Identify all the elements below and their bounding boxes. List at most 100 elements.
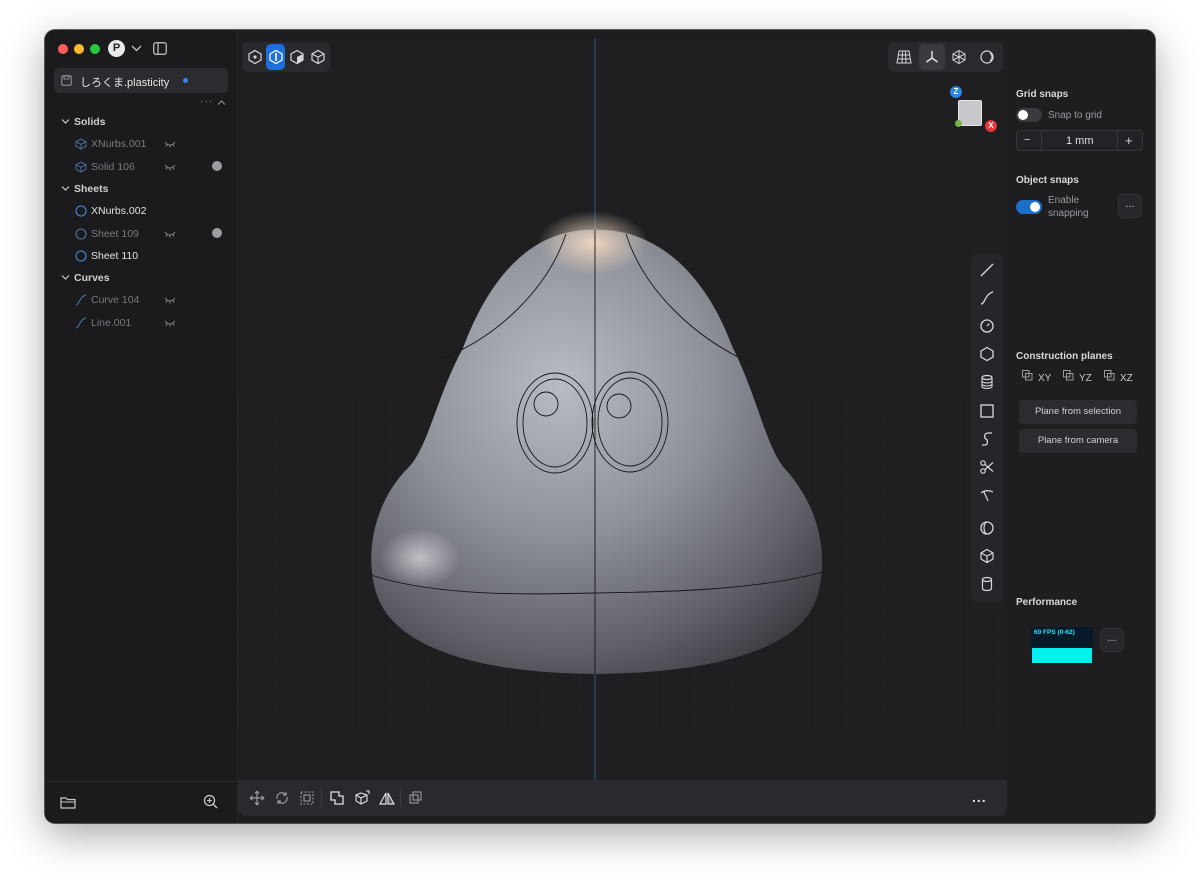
more-options-button[interactable]: ...	[972, 789, 987, 805]
duplicate-button[interactable]	[406, 788, 426, 808]
circle-tool-button[interactable]	[975, 314, 999, 338]
grid-size-increment[interactable]: +	[1125, 133, 1133, 148]
box-tool-button[interactable]	[975, 544, 999, 568]
bottom-toolbar: ...	[238, 780, 1007, 816]
open-folder-icon[interactable]	[60, 796, 76, 809]
grid-toggle-button[interactable]	[891, 44, 917, 70]
outliner-item[interactable]: XNurbs.001	[75, 138, 225, 152]
cylinder-tool-button[interactable]	[975, 572, 999, 596]
scissors-icon	[980, 460, 994, 474]
outliner-item[interactable]: Line.001	[75, 317, 225, 331]
sphere-icon	[980, 521, 994, 535]
hidden-eye-icon[interactable]	[164, 319, 176, 327]
outliner-item[interactable]: Curve 104	[75, 294, 225, 308]
plane-from-selection-button[interactable]: Plane from selection	[1019, 400, 1137, 424]
scale-tool-button[interactable]	[297, 788, 317, 808]
plane-label: XY	[1038, 373, 1052, 384]
plane-label: YZ	[1079, 373, 1092, 384]
outliner-item[interactable]: Solid 106	[75, 160, 225, 175]
plane-icon	[1022, 370, 1033, 381]
grid-size-stepper: − 1 mm +	[1016, 130, 1143, 151]
boolean-union-button[interactable]	[327, 788, 347, 808]
visibility-dot[interactable]	[212, 227, 222, 238]
outliner-more-icon[interactable]: ···	[200, 96, 213, 107]
gizmo-x-axis[interactable]: X	[985, 120, 997, 132]
gizmo-y-axis[interactable]	[955, 120, 962, 127]
cylinder-icon	[981, 576, 993, 592]
enable-snapping-toggle[interactable]	[1016, 200, 1042, 214]
hexagon-icon	[980, 346, 994, 362]
rotate-tool-button[interactable]	[272, 788, 292, 808]
view-cube-gizmo[interactable]: Z X	[950, 86, 1002, 134]
performance-options-button[interactable]: ...	[1100, 628, 1124, 652]
zoom-window-button[interactable]	[90, 44, 100, 54]
trim-curve-icon	[980, 490, 994, 502]
mirror-button[interactable]	[377, 788, 397, 808]
solid-icon	[75, 161, 87, 173]
plane-label: XZ	[1120, 373, 1133, 384]
item-name: XNurbs.001	[91, 138, 147, 151]
xray-toggle-button[interactable]	[947, 44, 973, 70]
outliner-item[interactable]: Sheet 109	[75, 227, 225, 242]
rectangle-icon	[980, 404, 994, 418]
solid-mode-button[interactable]	[308, 44, 327, 70]
axes-toggle-button[interactable]	[918, 44, 945, 70]
chevron-down-icon	[61, 185, 70, 191]
gizmo-z-axis[interactable]: Z	[950, 86, 962, 98]
line-tool-button[interactable]	[975, 258, 999, 282]
grid-size-decrement[interactable]: −	[1024, 134, 1030, 146]
hidden-eye-icon[interactable]	[164, 163, 176, 171]
zoom-in-icon[interactable]	[203, 794, 218, 809]
file-tab[interactable]: しろくま.plasticity	[54, 68, 228, 93]
item-name: XNurbs.002	[91, 205, 147, 218]
sidebar: P しろくま.plasticity ··· Solids XNurbs.001 So…	[45, 30, 238, 823]
extrude-button[interactable]	[352, 788, 372, 808]
view-options-toolbar	[888, 42, 1003, 72]
curve-tool-button[interactable]	[975, 286, 999, 310]
edge-mode-button[interactable]	[266, 44, 285, 70]
visibility-dot[interactable]	[212, 160, 222, 171]
sheet-icon	[75, 205, 87, 217]
user-avatar[interactable]: P	[108, 40, 125, 57]
hidden-eye-icon[interactable]	[164, 296, 176, 304]
rectangle-tool-button[interactable]	[975, 399, 999, 423]
plane-from-camera-button[interactable]: Plane from camera	[1019, 429, 1137, 453]
spiral-tool-button[interactable]	[975, 427, 999, 451]
save-icon	[61, 75, 72, 86]
hidden-eye-icon[interactable]	[164, 140, 176, 148]
curve-icon	[75, 317, 87, 329]
outliner-item[interactable]: Sheet 110	[75, 250, 225, 264]
cut-tool-button[interactable]	[975, 455, 999, 479]
stepper-divider	[1117, 131, 1118, 150]
toolbar-divider	[400, 789, 401, 807]
enable-snapping-label-1: Enable	[1048, 195, 1080, 206]
hidden-eye-icon[interactable]	[164, 230, 176, 238]
polygon-tool-button[interactable]	[975, 342, 999, 366]
cylinder-stack-tool-button[interactable]	[975, 370, 999, 394]
snap-options-button[interactable]: ...	[1118, 194, 1142, 218]
grid-size-value[interactable]: 1 mm	[1066, 135, 1094, 147]
axes-icon	[925, 51, 938, 63]
chevron-down-icon[interactable]	[131, 43, 142, 53]
close-window-button[interactable]	[58, 44, 68, 54]
group-label: Solids	[74, 116, 106, 128]
minimize-window-button[interactable]	[74, 44, 84, 54]
sphere-tool-button[interactable]	[975, 516, 999, 540]
vertex-mode-button[interactable]	[245, 44, 264, 70]
snap-to-grid-toggle[interactable]	[1016, 108, 1042, 122]
fps-meter: 60 FPS (0-62)	[1031, 627, 1093, 664]
outliner-item[interactable]: XNurbs.002	[75, 205, 225, 219]
trim-tool-button[interactable]	[975, 483, 999, 507]
3d-viewport[interactable]: Z X ...	[238, 38, 1007, 816]
render-mode-button[interactable]	[974, 44, 1000, 70]
object-snaps-title: Object snaps	[1016, 175, 1079, 186]
sheet-icon	[75, 227, 87, 240]
sidebar-toggle-icon[interactable]	[153, 42, 167, 55]
face-mode-button[interactable]	[287, 44, 306, 70]
group-label: Sheets	[74, 182, 109, 195]
vertex-mode-icon	[247, 49, 262, 65]
model-body[interactable]	[371, 229, 823, 674]
plane-icon	[1104, 370, 1115, 381]
move-tool-button[interactable]	[247, 788, 267, 808]
chevron-up-icon[interactable]	[217, 99, 226, 106]
